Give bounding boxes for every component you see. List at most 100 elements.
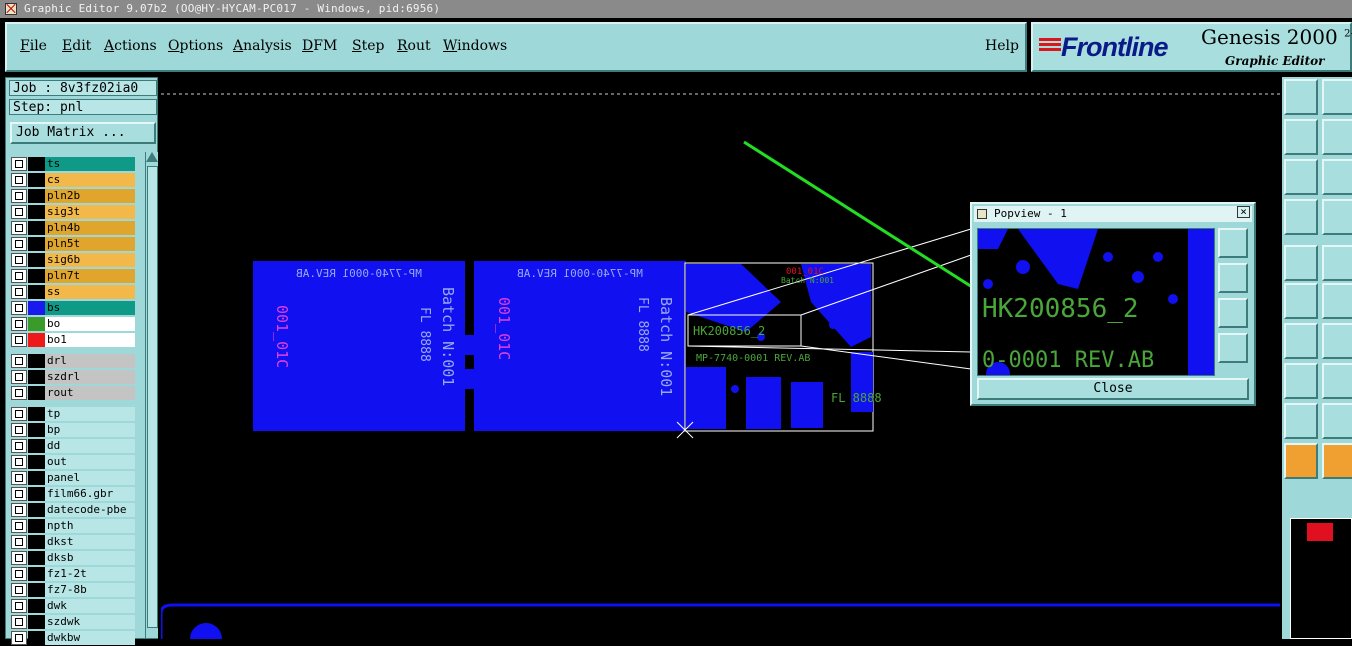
layer-name[interactable]: cs (45, 173, 135, 187)
tool-line-button[interactable] (1284, 323, 1318, 359)
layer-color-swatch[interactable] (28, 503, 45, 517)
layer-checkbox[interactable] (11, 407, 27, 421)
layer-name[interactable]: bs (45, 301, 135, 315)
layer-checkbox[interactable] (11, 503, 27, 517)
layer-row-datecode-pbe[interactable]: datecode-pbe (10, 502, 136, 518)
layer-checkbox[interactable] (11, 455, 27, 469)
layer-color-swatch[interactable] (28, 535, 45, 549)
layer-row-dksb[interactable]: dksb (10, 550, 136, 566)
layer-checkbox[interactable] (11, 487, 27, 501)
layer-row-pln5t[interactable]: pln5t (10, 236, 136, 252)
layer-checkbox[interactable] (11, 535, 27, 549)
layer-row-tp[interactable]: tp (10, 406, 136, 422)
menu-actions[interactable]: Actions (104, 38, 157, 54)
layer-checkbox[interactable] (11, 333, 27, 347)
tool-measure-button[interactable] (1322, 245, 1352, 281)
menu-step[interactable]: Step (352, 38, 384, 54)
layer-checkbox[interactable] (11, 631, 27, 645)
layer-checkbox[interactable] (11, 423, 27, 437)
layer-row-ss[interactable]: ss (10, 284, 136, 300)
layer-color-swatch[interactable] (28, 583, 45, 597)
layer-name[interactable]: sig6b (45, 253, 135, 267)
layer-name[interactable]: dwk (45, 599, 135, 613)
layer-name[interactable]: bo1 (45, 333, 135, 347)
layer-name[interactable]: pln7t (45, 269, 135, 283)
layer-row-szdwk[interactable]: szdwk (10, 614, 136, 630)
layer-name[interactable]: pln2b (45, 189, 135, 203)
close-icon[interactable]: × (1237, 206, 1250, 218)
layer-checkbox[interactable] (11, 583, 27, 597)
layer-row-npth[interactable]: npth (10, 518, 136, 534)
layer-name[interactable]: bo (45, 317, 135, 331)
layer-checkbox[interactable] (11, 354, 27, 368)
layer-color-swatch[interactable] (28, 189, 45, 203)
layer-name[interactable]: dkst (45, 535, 135, 549)
tool-line-2-button[interactable] (1322, 323, 1352, 359)
layer-color-swatch[interactable] (28, 157, 45, 171)
tool-pad-button[interactable] (1284, 363, 1318, 399)
layer-color-swatch[interactable] (28, 301, 45, 315)
layer-name[interactable]: dksb (45, 551, 135, 565)
menu-edit[interactable]: Edit (62, 38, 91, 54)
tool-pan-left-button[interactable] (1284, 119, 1318, 155)
layer-list-scrollbar[interactable] (145, 152, 158, 638)
layer-row-bp[interactable]: bp (10, 422, 136, 438)
layer-name[interactable]: npth (45, 519, 135, 533)
layer-row-bo1[interactable]: bo1 (10, 332, 136, 348)
tool-triangle-button[interactable] (1284, 403, 1318, 439)
layer-row-ts[interactable]: ts (10, 156, 136, 172)
popview-close-button[interactable]: Close (977, 378, 1249, 400)
layer-row-szdrl[interactable]: szdrl (10, 369, 136, 385)
scroll-thumb[interactable] (147, 166, 158, 628)
layer-color-swatch[interactable] (28, 253, 45, 267)
layer-checkbox[interactable] (11, 439, 27, 453)
layer-color-swatch[interactable] (28, 269, 45, 283)
menu-options[interactable]: Options (168, 38, 223, 54)
layer-color-swatch[interactable] (28, 370, 45, 384)
layer-checkbox[interactable] (11, 269, 27, 283)
popview-down-button[interactable] (1218, 298, 1248, 328)
layer-checkbox[interactable] (11, 189, 27, 203)
tool-zoom-fit-button[interactable] (1284, 159, 1318, 195)
layer-row-out[interactable]: out (10, 454, 136, 470)
layer-checkbox[interactable] (11, 386, 27, 400)
layer-checkbox[interactable] (11, 221, 27, 235)
layer-color-swatch[interactable] (28, 173, 45, 187)
popview-zoom-view[interactable]: HK200856_2 0-0001 REV.AB (977, 228, 1215, 376)
layer-name[interactable]: pln5t (45, 237, 135, 251)
popview-up-button[interactable] (1218, 263, 1248, 293)
layer-row-drl[interactable]: drl (10, 353, 136, 369)
layer-color-swatch[interactable] (28, 221, 45, 235)
layer-name[interactable]: tp (45, 407, 135, 421)
tool-grid-button[interactable] (1322, 199, 1352, 235)
tool-pan-right-button[interactable] (1322, 119, 1352, 155)
layer-row-sig6b[interactable]: sig6b (10, 252, 136, 268)
layer-name[interactable]: fz7-8b (45, 583, 135, 597)
layer-row-dkst[interactable]: dkst (10, 534, 136, 550)
tool-zoom-area-button[interactable] (1322, 159, 1352, 195)
layer-color-swatch[interactable] (28, 567, 45, 581)
layer-color-swatch[interactable] (28, 354, 45, 368)
layer-checkbox[interactable] (11, 317, 27, 331)
layer-row-pln4b[interactable]: pln4b (10, 220, 136, 236)
layer-row-fz7-8b[interactable]: fz7-8b (10, 582, 136, 598)
popview-left-button[interactable] (1218, 333, 1248, 363)
layer-checkbox[interactable] (11, 370, 27, 384)
tool-cross-button[interactable] (1322, 283, 1352, 319)
layer-checkbox[interactable] (11, 157, 27, 171)
layer-name[interactable]: fz1-2t (45, 567, 135, 581)
layer-row-rout[interactable]: rout (10, 385, 136, 401)
layer-name[interactable]: datecode-pbe (45, 503, 135, 517)
layer-row-bo[interactable]: bo (10, 316, 136, 332)
app-icon[interactable] (5, 3, 17, 15)
layer-color-swatch[interactable] (28, 205, 45, 219)
layer-row-sig3t[interactable]: sig3t (10, 204, 136, 220)
layer-color-swatch[interactable] (28, 631, 45, 645)
layer-name[interactable]: pln4b (45, 221, 135, 235)
layer-checkbox[interactable] (11, 173, 27, 187)
layer-checkbox[interactable] (11, 551, 27, 565)
layer-color-swatch[interactable] (28, 333, 45, 347)
tool-triangle-2-button[interactable] (1322, 403, 1352, 439)
layer-checkbox[interactable] (11, 615, 27, 629)
layer-color-swatch[interactable] (28, 615, 45, 629)
